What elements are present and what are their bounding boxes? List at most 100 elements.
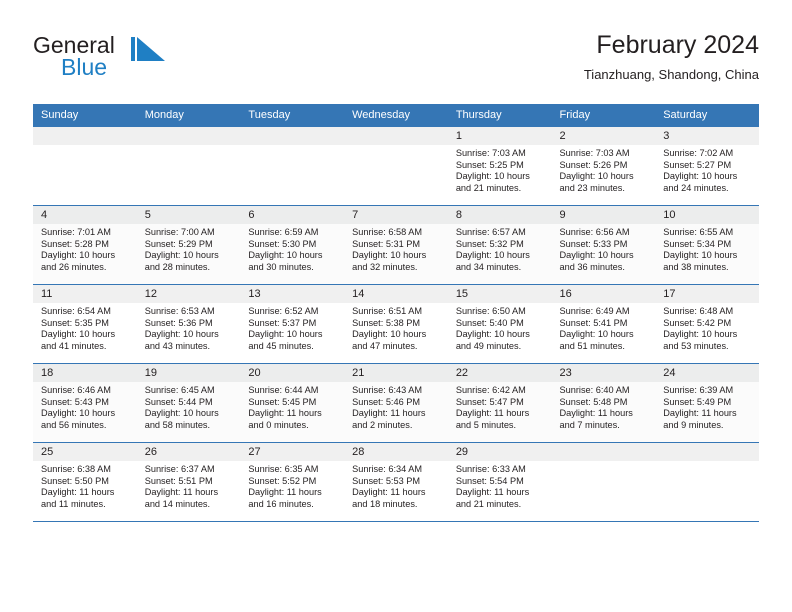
- day-number: 26: [136, 443, 241, 461]
- day-cell-inner: 13 Sunrise: 6:52 AM Sunset: 5:37 PM Dayligh…: [240, 285, 345, 363]
- calendar-day-cell[interactable]: 11 Sunrise: 6:54 AM Sunset: 5:35 PM Dayligh…: [33, 284, 137, 364]
- calendar-day-cell[interactable]: 15 Sunrise: 6:50 AM Sunset: 5:40 PM Dayligh…: [447, 284, 552, 364]
- day-number: [33, 127, 137, 145]
- day-number: 29: [447, 443, 552, 461]
- day-cell-inner: 29 Sunrise: 6:33 AM Sunset: 5:54 PM Dayligh…: [447, 443, 552, 521]
- day-number: 9: [551, 206, 656, 224]
- sunrise-text: Sunrise: 6:55 AM: [663, 227, 734, 237]
- sunset-text: Sunset: 5:41 PM: [559, 317, 628, 328]
- calendar-day-cell[interactable]: 17 Sunrise: 6:48 AM Sunset: 5:42 PM Dayligh…: [655, 284, 759, 364]
- daylight-text-line1: Daylight: 10 hours: [41, 329, 116, 340]
- calendar-day-cell[interactable]: 28 Sunrise: 6:34 AM Sunset: 5:53 PM Dayligh…: [344, 442, 448, 522]
- daylight-text-line1: Daylight: 10 hours: [663, 171, 738, 182]
- calendar-day-cell[interactable]: 27 Sunrise: 6:35 AM Sunset: 5:52 PM Dayligh…: [240, 442, 345, 522]
- daylight-text-line2: and 11 minutes.: [41, 498, 106, 509]
- daylight-text-line1: Daylight: 11 hours: [455, 408, 530, 419]
- calendar-day-cell[interactable]: 21 Sunrise: 6:43 AM Sunset: 5:46 PM Dayligh…: [344, 363, 448, 443]
- day-detail: Sunrise: 7:03 AM Sunset: 5:25 PM Daylight:…: [448, 145, 552, 194]
- sunrise-text: Sunrise: 6:56 AM: [559, 227, 630, 237]
- day-number: 22: [447, 364, 552, 382]
- calendar-day-cell[interactable]: 16 Sunrise: 6:49 AM Sunset: 5:41 PM Dayligh…: [551, 284, 656, 364]
- calendar-day-cell[interactable]: 5 Sunrise: 7:00 AM Sunset: 5:29 PM Daylight…: [136, 205, 241, 285]
- day-detail: Sunrise: 6:55 AM Sunset: 5:34 PM Daylight:…: [655, 224, 759, 273]
- calendar-day-cell[interactable]: 9 Sunrise: 6:56 AM Sunset: 5:33 PM Daylight…: [551, 205, 656, 285]
- daylight-text-line1: Daylight: 11 hours: [455, 487, 530, 498]
- day-cell-inner: 20 Sunrise: 6:44 AM Sunset: 5:45 PM Dayligh…: [240, 364, 345, 442]
- sunrise-text: Sunrise: 6:50 AM: [455, 306, 526, 316]
- day-number: [240, 127, 345, 145]
- daylight-text-line1: Daylight: 10 hours: [455, 171, 530, 182]
- day-cell-inner: 18 Sunrise: 6:46 AM Sunset: 5:43 PM Dayligh…: [33, 364, 137, 442]
- day-cell-inner: 3 Sunrise: 7:02 AM Sunset: 5:27 PM Daylight…: [655, 127, 759, 205]
- day-number: 7: [344, 206, 448, 224]
- day-cell-inner: [344, 127, 448, 205]
- day-cell-inner: 14 Sunrise: 6:51 AM Sunset: 5:38 PM Dayligh…: [344, 285, 448, 363]
- day-cell-inner: 4 Sunrise: 7:01 AM Sunset: 5:28 PM Daylight…: [33, 206, 137, 284]
- daylight-text-line2: and 24 minutes.: [663, 182, 729, 193]
- day-number: 3: [655, 127, 759, 145]
- sunrise-text: Sunrise: 7:01 AM: [41, 227, 111, 237]
- day-number: 15: [447, 285, 552, 303]
- sunset-text: Sunset: 5:54 PM: [455, 475, 524, 486]
- calendar-day-cell[interactable]: 23 Sunrise: 6:40 AM Sunset: 5:48 PM Dayligh…: [551, 363, 656, 443]
- day-cell-inner: 23 Sunrise: 6:40 AM Sunset: 5:48 PM Dayligh…: [551, 364, 656, 442]
- sunrise-text: Sunrise: 6:38 AM: [41, 464, 111, 474]
- calendar-day-cell[interactable]: 19 Sunrise: 6:45 AM Sunset: 5:44 PM Dayligh…: [136, 363, 241, 443]
- day-detail: Sunrise: 6:52 AM Sunset: 5:37 PM Daylight:…: [240, 303, 344, 352]
- calendar-empty-cell: [33, 127, 137, 206]
- daylight-text-line2: and 9 minutes.: [663, 419, 724, 430]
- calendar-day-cell[interactable]: 18 Sunrise: 6:46 AM Sunset: 5:43 PM Dayligh…: [33, 363, 137, 443]
- calendar-day-cell[interactable]: 10 Sunrise: 6:55 AM Sunset: 5:34 PM Dayligh…: [655, 205, 759, 285]
- calendar-empty-cell: [551, 442, 656, 522]
- sunset-text: Sunset: 5:53 PM: [352, 475, 421, 486]
- day-cell-inner: 22 Sunrise: 6:42 AM Sunset: 5:47 PM Dayligh…: [447, 364, 552, 442]
- calendar-day-cell[interactable]: 2 Sunrise: 7:03 AM Sunset: 5:26 PM Daylight…: [551, 127, 656, 206]
- sunrise-text: Sunrise: 6:37 AM: [144, 464, 215, 474]
- calendar-day-cell[interactable]: 7 Sunrise: 6:58 AM Sunset: 5:31 PM Daylight…: [344, 205, 448, 285]
- calendar-day-cell[interactable]: 12 Sunrise: 6:53 AM Sunset: 5:36 PM Dayligh…: [136, 284, 241, 364]
- day-cell-inner: 12 Sunrise: 6:53 AM Sunset: 5:36 PM Dayligh…: [136, 285, 241, 363]
- calendar-day-cell[interactable]: 24 Sunrise: 6:39 AM Sunset: 5:49 PM Dayligh…: [655, 363, 759, 443]
- brand-logo[interactable]: General Blue: [33, 32, 253, 88]
- calendar-day-cell[interactable]: 26 Sunrise: 6:37 AM Sunset: 5:51 PM Dayligh…: [136, 442, 241, 522]
- day-cell-inner: 16 Sunrise: 6:49 AM Sunset: 5:41 PM Dayligh…: [551, 285, 656, 363]
- daylight-text-line1: Daylight: 10 hours: [248, 329, 323, 340]
- calendar-day-cell[interactable]: 25 Sunrise: 6:38 AM Sunset: 5:50 PM Dayligh…: [33, 442, 137, 522]
- daylight-text-line2: and 58 minutes.: [144, 419, 211, 430]
- calendar-day-cell[interactable]: 20 Sunrise: 6:44 AM Sunset: 5:45 PM Dayligh…: [240, 363, 345, 443]
- day-number: [655, 443, 759, 461]
- daylight-text-line2: and 21 minutes.: [455, 182, 522, 193]
- daylight-text-line2: and 53 minutes.: [663, 340, 729, 351]
- sunset-text: Sunset: 5:40 PM: [455, 317, 524, 328]
- calendar-day-cell[interactable]: 3 Sunrise: 7:02 AM Sunset: 5:27 PM Daylight…: [655, 127, 759, 206]
- sunset-text: Sunset: 5:49 PM: [663, 396, 732, 407]
- day-number: 28: [344, 443, 448, 461]
- daylight-text-line1: Daylight: 11 hours: [559, 408, 633, 419]
- calendar-day-cell[interactable]: 1 Sunrise: 7:03 AM Sunset: 5:25 PM Daylight…: [447, 127, 552, 206]
- day-number: 18: [33, 364, 137, 382]
- calendar-day-cell[interactable]: 29 Sunrise: 6:33 AM Sunset: 5:54 PM Dayligh…: [447, 442, 552, 522]
- daylight-text-line2: and 28 minutes.: [144, 261, 211, 272]
- daylight-text-line1: Daylight: 10 hours: [559, 250, 634, 261]
- calendar-day-cell[interactable]: 13 Sunrise: 6:52 AM Sunset: 5:37 PM Dayligh…: [240, 284, 345, 364]
- triangle-flag-logo-icon: [131, 37, 171, 63]
- sunrise-text: Sunrise: 7:03 AM: [559, 148, 630, 158]
- daylight-text-line2: and 23 minutes.: [559, 182, 625, 193]
- day-number: 21: [344, 364, 448, 382]
- day-number: 8: [447, 206, 552, 224]
- sunrise-text: Sunrise: 6:54 AM: [41, 306, 111, 316]
- calendar-day-cell[interactable]: 14 Sunrise: 6:51 AM Sunset: 5:38 PM Dayligh…: [344, 284, 448, 364]
- daylight-text-line2: and 43 minutes.: [144, 340, 211, 351]
- day-cell-inner: 27 Sunrise: 6:35 AM Sunset: 5:52 PM Dayligh…: [240, 443, 345, 521]
- daylight-text-line2: and 14 minutes.: [144, 498, 211, 509]
- calendar-day-cell[interactable]: 22 Sunrise: 6:42 AM Sunset: 5:47 PM Dayligh…: [447, 363, 552, 443]
- daylight-text-line1: Daylight: 11 hours: [144, 487, 219, 498]
- weekday-header-row: Sunday Monday Tuesday Wednesday Thursday…: [33, 104, 759, 127]
- day-detail: Sunrise: 6:59 AM Sunset: 5:30 PM Daylight:…: [240, 224, 344, 273]
- calendar-day-cell[interactable]: 8 Sunrise: 6:57 AM Sunset: 5:32 PM Daylight…: [447, 205, 552, 285]
- day-detail: Sunrise: 6:49 AM Sunset: 5:41 PM Daylight:…: [552, 303, 656, 352]
- day-cell-inner: 8 Sunrise: 6:57 AM Sunset: 5:32 PM Daylight…: [447, 206, 552, 284]
- calendar-day-cell[interactable]: 6 Sunrise: 6:59 AM Sunset: 5:30 PM Daylight…: [240, 205, 345, 285]
- day-cell-inner: 26 Sunrise: 6:37 AM Sunset: 5:51 PM Dayligh…: [136, 443, 241, 521]
- calendar-day-cell[interactable]: 4 Sunrise: 7:01 AM Sunset: 5:28 PM Daylight…: [33, 205, 137, 285]
